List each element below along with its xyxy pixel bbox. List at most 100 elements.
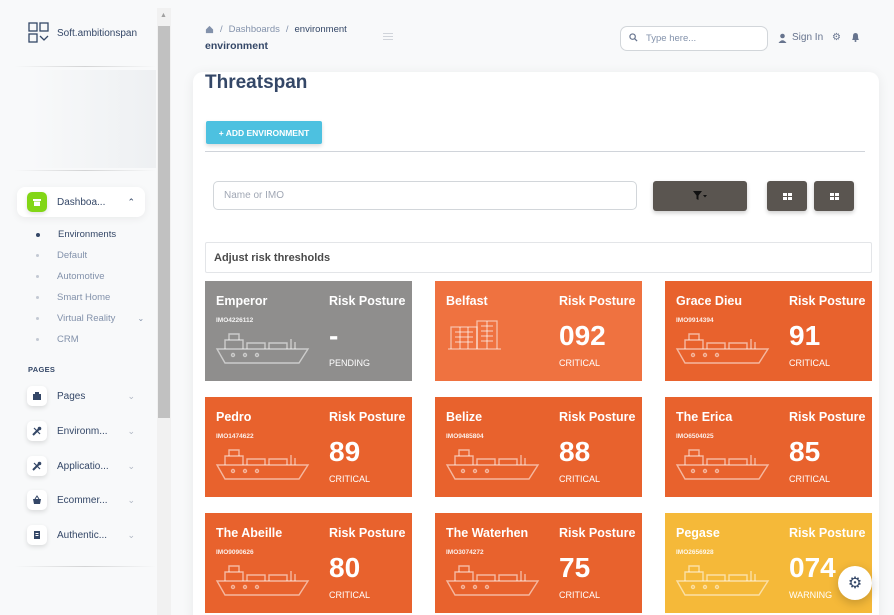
- chevron-down-icon: ⌄: [137, 314, 145, 323]
- user-icon: [778, 33, 787, 43]
- page-title: Threatspan: [205, 72, 308, 93]
- environment-tile[interactable]: Pegase IMO2656928 Risk Posture 074 WARNING: [665, 513, 872, 613]
- submenu-item-default[interactable]: Default: [36, 245, 144, 266]
- adjust-risk-thresholds[interactable]: Adjust risk thresholds: [205, 242, 872, 273]
- risk-status: CRITICAL: [329, 474, 371, 484]
- tile-imo: IMO9914394: [676, 317, 714, 324]
- sidebar-item-ecommerce[interactable]: Ecommer... ⌄: [17, 485, 145, 515]
- chevron-up-icon: ⌃: [127, 196, 135, 207]
- scroll-up-arrow-icon[interactable]: ▲: [160, 12, 167, 19]
- risk-status: CRITICAL: [329, 590, 371, 600]
- chevron-down-icon: ⌄: [127, 494, 135, 505]
- page-heading: environment: [205, 40, 269, 52]
- bell-icon[interactable]: [851, 32, 860, 45]
- sidebar-scrollbar[interactable]: ▲: [157, 8, 171, 615]
- risk-posture-label: Risk Posture: [559, 410, 636, 424]
- sidebar-item-pages[interactable]: Pages ⌄: [17, 381, 145, 411]
- risk-score: -: [329, 320, 339, 351]
- tile-imo: IMO9090626: [216, 549, 254, 556]
- scrollbar-thumb[interactable]: [158, 26, 170, 418]
- environment-tile[interactable]: Belize IMO9485804 Risk Posture 88 CRITICAL: [435, 397, 642, 497]
- main-card: Threatspan + ADD ENVIRONMENT Adjust risk…: [193, 72, 879, 615]
- tools-icon: [27, 456, 47, 476]
- dashboards-submenu: Environments Default Automotive Smart Ho…: [36, 224, 144, 350]
- home-icon[interactable]: [205, 25, 214, 34]
- search-icon: [629, 32, 638, 45]
- sidebar-item-applications[interactable]: Applicatio... ⌄: [17, 451, 145, 481]
- ship-icon: [675, 565, 770, 596]
- tile-imo: IMO6504025: [676, 433, 714, 440]
- tile-name: The Waterhen: [446, 526, 529, 540]
- divider: [205, 151, 865, 152]
- sidebar-item-label: Applicatio...: [57, 460, 109, 472]
- sidebar-item-label: Environm...: [57, 425, 108, 437]
- document-icon: [27, 525, 47, 545]
- menu-toggle-icon[interactable]: [383, 33, 393, 42]
- risk-score: 75: [559, 552, 591, 583]
- gear-icon[interactable]: ⚙: [832, 32, 841, 43]
- add-environment-button[interactable]: + ADD ENVIRONMENT: [206, 121, 322, 144]
- ship-icon: [445, 449, 540, 480]
- risk-score: 88: [559, 436, 591, 467]
- environment-tile[interactable]: Emperor IMO4226112 Risk Posture - PENDING: [205, 281, 412, 381]
- risk-posture-label: Risk Posture: [329, 526, 406, 540]
- environment-tile[interactable]: The Abeille IMO9090626 Risk Posture 80 CRITI…: [205, 513, 412, 613]
- tile-imo: IMO3074272: [446, 549, 484, 556]
- risk-posture-label: Risk Posture: [559, 526, 636, 540]
- risk-posture-label: Risk Posture: [789, 526, 866, 540]
- brand-name: Soft.ambitionspan: [57, 27, 138, 39]
- sidebar-item-dashboards[interactable]: Dashboa... ⌃: [17, 187, 145, 217]
- search-box[interactable]: [620, 26, 768, 51]
- sidebar-item-authentication[interactable]: Authentic... ⌄: [17, 520, 145, 550]
- environment-tile[interactable]: Belfast Risk Posture 092 CRITICAL: [435, 281, 642, 381]
- name-imo-input[interactable]: [213, 181, 637, 210]
- environment-tile[interactable]: Grace Dieu IMO9914394 Risk Posture 91 CRITIC…: [665, 281, 872, 381]
- chevron-down-icon: ⌄: [127, 529, 135, 540]
- environment-tile[interactable]: The Erica IMO6504025 Risk Posture 85 CRITICA…: [665, 397, 872, 497]
- tile-imo: IMO1474622: [216, 433, 254, 440]
- submenu-item-crm[interactable]: CRM: [36, 329, 144, 350]
- risk-posture-label: Risk Posture: [559, 294, 636, 308]
- breadcrumb: / Dashboards / environment: [205, 24, 347, 35]
- tile-name: The Erica: [676, 410, 733, 424]
- sidebar-item-label: Authentic...: [57, 529, 108, 541]
- search-input[interactable]: [646, 33, 756, 44]
- risk-status: WARNING: [789, 590, 833, 600]
- risk-posture-label: Risk Posture: [789, 294, 866, 308]
- sidebar-item-environments[interactable]: Environm... ⌄: [17, 416, 145, 446]
- sign-in-link[interactable]: Sign In: [778, 32, 823, 43]
- sidebar-divider: [14, 170, 156, 171]
- tile-imo: IMO2656928: [676, 549, 714, 556]
- settings-fab[interactable]: ⚙: [838, 566, 872, 600]
- risk-status: CRITICAL: [789, 358, 831, 368]
- submenu-item-virtual-reality[interactable]: Virtual Reality ⌄: [36, 308, 144, 329]
- tile-name: Grace Dieu: [676, 294, 743, 308]
- submenu-item-smart-home[interactable]: Smart Home: [36, 287, 144, 308]
- submenu-item-environments[interactable]: Environments: [36, 224, 144, 245]
- grid-icon: [782, 192, 792, 200]
- risk-status: CRITICAL: [789, 474, 831, 484]
- risk-status: CRITICAL: [559, 590, 601, 600]
- sign-in-label: Sign In: [792, 32, 824, 43]
- tile-view-button[interactable]: [814, 181, 854, 211]
- filter-button[interactable]: [653, 181, 747, 211]
- environment-tile[interactable]: Pedro IMO1474622 Risk Posture 89 CRITICAL: [205, 397, 412, 497]
- tile-name: The Abeille: [216, 526, 283, 540]
- sidebar-item-label: Dashboa...: [57, 196, 106, 208]
- ship-icon: [215, 333, 310, 364]
- ship-icon: [675, 333, 770, 364]
- environment-tile[interactable]: The Waterhen IMO3074272 Risk Posture 75 CRIT…: [435, 513, 642, 613]
- grid-icon: [829, 192, 839, 200]
- breadcrumb-item-dashboards[interactable]: Dashboards: [229, 24, 280, 35]
- sidebar-divider: [14, 566, 156, 567]
- shop-icon: [27, 192, 47, 212]
- brand[interactable]: Soft.ambitionspan: [28, 22, 137, 44]
- grid-view-button[interactable]: [767, 181, 807, 211]
- tools-icon: [27, 421, 47, 441]
- sidebar-divider: [14, 66, 156, 67]
- submenu-item-automotive[interactable]: Automotive: [36, 266, 144, 287]
- risk-score: 85: [789, 436, 821, 467]
- sidebar-item-label: Ecommer...: [57, 494, 108, 506]
- risk-score: 074: [789, 552, 836, 583]
- sidebar-item-label: Pages: [57, 390, 86, 402]
